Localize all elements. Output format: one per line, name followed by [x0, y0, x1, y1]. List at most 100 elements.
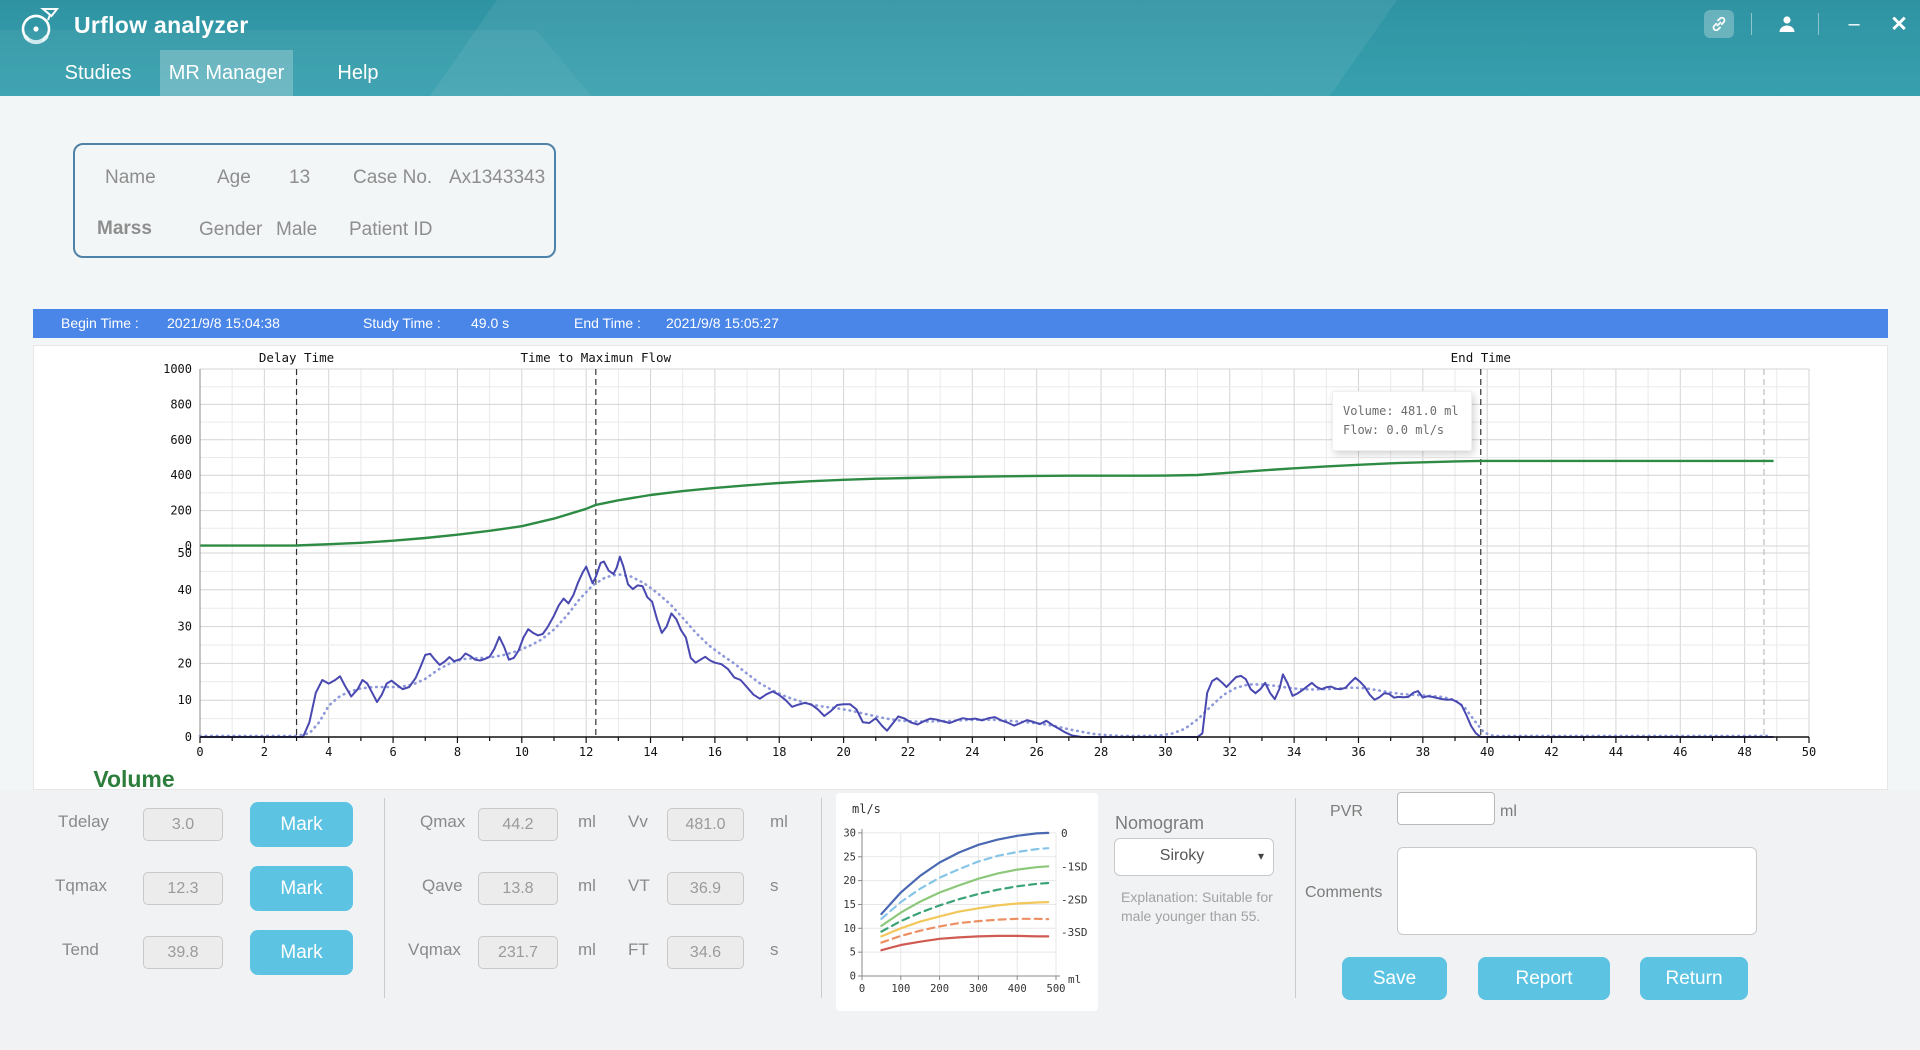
svg-text:10: 10: [843, 923, 856, 935]
study-time-label: Study Time :: [363, 315, 441, 331]
svg-text:20: 20: [843, 875, 856, 887]
patient-name-value: Marss: [97, 218, 152, 239]
nomogram-select[interactable]: Siroky ▾: [1114, 838, 1274, 876]
link-button[interactable]: [1704, 10, 1734, 38]
svg-text:10: 10: [515, 745, 529, 759]
svg-text:14: 14: [643, 745, 657, 759]
mark-tdelay-button[interactable]: Mark: [250, 802, 353, 847]
pvr-label: PVR: [1330, 803, 1363, 820]
svg-text:Delay Time: Delay Time: [259, 350, 334, 365]
return-button[interactable]: Return: [1640, 957, 1748, 1000]
vv-label: Vv: [628, 812, 648, 831]
close-button[interactable]: ✕: [1884, 10, 1914, 38]
svg-text:26: 26: [1029, 745, 1043, 759]
vt-unit: s: [770, 876, 779, 895]
vv-unit: ml: [770, 812, 788, 831]
qmax-input[interactable]: [478, 808, 558, 841]
svg-text:38: 38: [1416, 745, 1430, 759]
titlebar-separator: [1818, 13, 1819, 35]
study-time-bar: Begin Time : 2021/9/8 15:04:38 Study Tim…: [33, 309, 1888, 338]
svg-text:ml/s: ml/s: [852, 802, 881, 816]
nomogram-selected-value: Siroky: [1159, 847, 1205, 864]
pvr-unit: ml: [1500, 803, 1517, 820]
svg-text:10: 10: [178, 693, 192, 707]
svg-text:24: 24: [965, 745, 979, 759]
begin-time-label: Begin Time :: [61, 315, 139, 331]
svg-text:2: 2: [261, 745, 268, 759]
user-account-button[interactable]: [1772, 10, 1802, 38]
svg-text:15: 15: [843, 899, 856, 911]
svg-text:500: 500: [1047, 983, 1066, 995]
tab-mr-manager[interactable]: MR Manager: [160, 50, 293, 96]
patient-id-label: Patient ID: [349, 219, 433, 240]
patient-case-value: Ax1343343: [449, 167, 546, 188]
title-bar: Urflow analyzer – ✕: [0, 0, 1920, 50]
svg-text:400: 400: [170, 468, 192, 482]
svg-text:0: 0: [185, 730, 192, 744]
ft-label: FT: [628, 940, 649, 959]
minimize-button[interactable]: –: [1840, 10, 1868, 38]
app-header: Urflow analyzer – ✕ Studies MR Manager H…: [0, 0, 1920, 96]
chevron-down-icon: ▾: [1257, 849, 1264, 863]
qmax-label: Qmax: [420, 812, 466, 831]
patient-name-label: Name: [105, 167, 156, 188]
nomogram-chart-card: 0 5 10 15 20 25 30 0 100 200 300 400 500 ml/s ml 0 -1SD -…: [836, 793, 1098, 1011]
svg-text:34: 34: [1287, 745, 1301, 759]
uroflow-chart: Delay Time Time to Maximun Flow End Time 0 2…: [163, 350, 1816, 759]
tab-studies[interactable]: Studies: [58, 50, 138, 96]
svg-text:400: 400: [1008, 983, 1027, 995]
tend-input[interactable]: [143, 936, 223, 969]
vqmax-input[interactable]: [478, 936, 558, 969]
tqmax-input[interactable]: [143, 872, 223, 905]
tab-help[interactable]: Help: [330, 50, 386, 96]
svg-text:20: 20: [836, 745, 850, 759]
svg-text:-1SD: -1SD: [1061, 860, 1088, 873]
svg-text:32: 32: [1223, 745, 1237, 759]
svg-text:40: 40: [1480, 745, 1494, 759]
svg-text:25: 25: [843, 851, 856, 863]
tend-label: Tend: [62, 940, 99, 959]
qave-input[interactable]: [478, 872, 558, 905]
svg-text:Time to Maximun Flow: Time to Maximun Flow: [521, 350, 672, 365]
vv-input[interactable]: [667, 808, 744, 841]
vqmax-unit: ml: [578, 940, 596, 959]
ft-unit: s: [770, 940, 779, 959]
tdelay-input[interactable]: [143, 808, 223, 841]
nomogram-title: Nomogram: [1115, 813, 1205, 833]
comments-textarea[interactable]: [1397, 847, 1757, 935]
svg-text:200: 200: [170, 504, 192, 518]
patient-case-label: Case No.: [353, 167, 433, 188]
vqmax-label: Vqmax: [408, 940, 461, 959]
pvr-input[interactable]: [1397, 792, 1495, 825]
svg-text:36: 36: [1351, 745, 1365, 759]
svg-text:46: 46: [1673, 745, 1687, 759]
svg-text:48: 48: [1737, 745, 1751, 759]
chart-tooltip: Volume: 481.0 ml Flow: 0.0 ml/s: [1332, 391, 1472, 451]
svg-text:50: 50: [1802, 745, 1816, 759]
report-button[interactable]: Report: [1478, 957, 1610, 1000]
tdelay-label: Tdelay: [58, 812, 110, 831]
svg-text:ml: ml: [1068, 973, 1081, 986]
tooltip-flow: Flow: 0.0 ml/s: [1343, 423, 1445, 438]
svg-text:300: 300: [969, 983, 988, 995]
svg-text:100: 100: [891, 983, 910, 995]
comments-label: Comments: [1305, 884, 1383, 901]
save-button[interactable]: Save: [1342, 957, 1447, 1000]
svg-text:30: 30: [843, 827, 856, 839]
uroflow-chart-panel: Delay Time Time to Maximun Flow End Time 0 2…: [33, 345, 1888, 1019]
patient-gender-value: Male: [276, 219, 318, 240]
svg-text:-2SD: -2SD: [1061, 894, 1088, 907]
panel-divider: [384, 798, 385, 998]
mark-tqmax-button[interactable]: Mark: [250, 866, 353, 911]
person-icon: [1779, 16, 1795, 32]
svg-text:0: 0: [1061, 827, 1068, 840]
nomogram-chart: 0510152025300 100 200 300 400 500ml/sml0-1SD-…: [836, 793, 1098, 1011]
svg-text:8: 8: [454, 745, 461, 759]
ft-input[interactable]: [667, 936, 744, 969]
nomogram-explanation: Explanation: Suitable for male younger t…: [1121, 889, 1273, 924]
begin-time-value: 2021/9/8 15:04:38: [167, 315, 280, 331]
vt-input[interactable]: [667, 872, 744, 905]
mark-tend-button[interactable]: Mark: [250, 930, 353, 975]
qave-unit: ml: [578, 876, 596, 895]
svg-text:5: 5: [850, 947, 856, 959]
